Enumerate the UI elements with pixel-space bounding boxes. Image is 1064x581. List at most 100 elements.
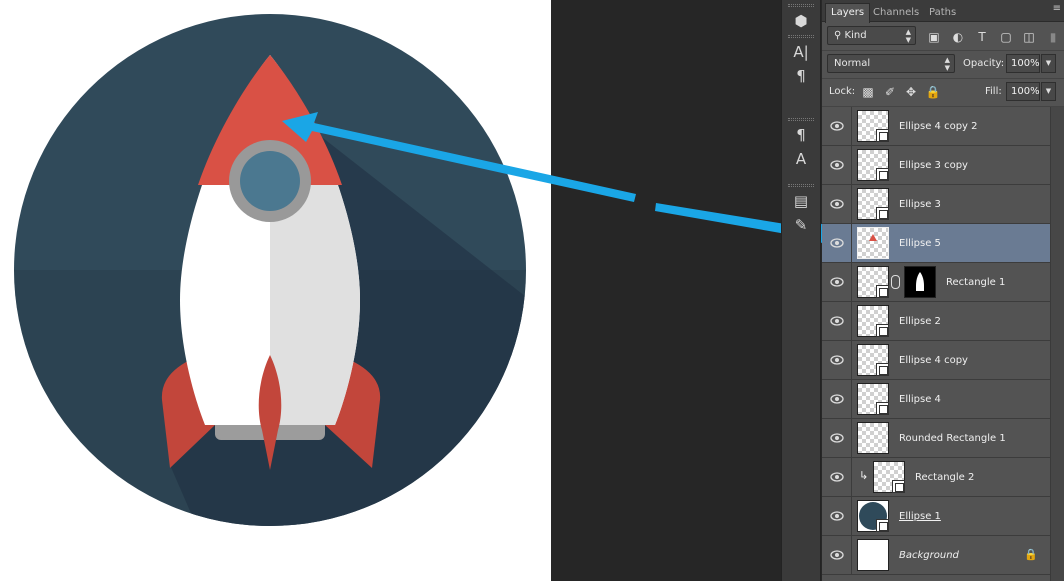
layer-row[interactable]: Ellipse 4 copy: [822, 341, 1050, 380]
adjustment-filter-icon[interactable]: ◐: [949, 28, 967, 46]
layer-thumbnail[interactable]: [857, 500, 889, 532]
layer-thumbnail[interactable]: [857, 305, 889, 337]
layers-scrollbar[interactable]: [1050, 107, 1064, 581]
visibility-eye-icon[interactable]: [829, 119, 845, 133]
layer-row[interactable]: Ellipse 3 copy: [822, 146, 1050, 185]
visibility-eye-icon[interactable]: [829, 236, 845, 250]
layer-row[interactable]: Rounded Rectangle 1: [822, 419, 1050, 458]
layer-name[interactable]: Rounded Rectangle 1: [899, 419, 1006, 458]
vector-mask-thumbnail[interactable]: [904, 266, 936, 298]
layer-row[interactable]: Ellipse 4 copy 2: [822, 107, 1050, 146]
layer-row[interactable]: Ellipse 1: [822, 497, 1050, 536]
vector-shape-icon: [876, 168, 889, 181]
layer-thumbnail[interactable]: [857, 188, 889, 220]
opacity-field[interactable]: 100%: [1006, 54, 1040, 73]
layer-name[interactable]: Ellipse 4 copy 2: [899, 107, 978, 146]
filter-toggle-icon[interactable]: ▮: [1044, 28, 1062, 46]
filter-kind-dropdown[interactable]: ⚲ Kind ▲ ▼: [827, 26, 916, 45]
visibility-eye-icon[interactable]: [829, 392, 845, 406]
character-styles-icon[interactable]: A: [786, 147, 816, 171]
layer-name[interactable]: Background: [899, 536, 959, 575]
layer-thumbnail[interactable]: [857, 344, 889, 376]
panel-menu-icon[interactable]: ≡: [1053, 3, 1061, 14]
paragraph-icon[interactable]: ¶: [786, 64, 816, 88]
layer-thumbnail[interactable]: [857, 149, 889, 181]
vector-shape-icon: [876, 519, 889, 532]
toolstrip-grip[interactable]: [788, 35, 814, 38]
chain-link-icon[interactable]: [891, 275, 900, 289]
dropdown-arrows-icon: ▲ ▼: [905, 28, 911, 44]
toolstrip-grip[interactable]: [788, 118, 814, 121]
3d-icon[interactable]: ⬢: [786, 9, 816, 33]
pasteboard: [551, 0, 781, 581]
red-triangle-icon: [869, 234, 877, 241]
layer-name[interactable]: Ellipse 4 copy: [899, 341, 968, 380]
panel-tab-bar: Layers Channels Paths ≡: [822, 0, 1064, 23]
layer-name[interactable]: Rectangle 1: [946, 263, 1005, 302]
layer-name[interactable]: Ellipse 3 copy: [899, 146, 968, 185]
layer-name[interactable]: Ellipse 5: [899, 224, 941, 263]
blend-mode-dropdown[interactable]: Normal ▲ ▼: [827, 54, 955, 73]
image-filter-icon[interactable]: ▣: [925, 28, 943, 46]
visibility-eye-icon[interactable]: [829, 548, 845, 562]
visibility-eye-icon[interactable]: [829, 275, 845, 289]
fill-field[interactable]: 100%: [1006, 82, 1040, 101]
visibility-eye-icon[interactable]: [829, 431, 845, 445]
toolstrip-grip[interactable]: [788, 4, 814, 7]
layer-row[interactable]: Ellipse 2: [822, 302, 1050, 341]
layer-thumbnail[interactable]: [873, 461, 905, 493]
fill-slider-toggle[interactable]: ▼: [1041, 82, 1056, 101]
layer-name[interactable]: Ellipse 4: [899, 380, 941, 419]
layer-name[interactable]: Rectangle 2: [915, 458, 974, 497]
layer-row[interactable]: Ellipse 4: [822, 380, 1050, 419]
layer-thumbnail[interactable]: [857, 110, 889, 142]
visibility-eye-icon[interactable]: [829, 470, 845, 484]
fill-label: Fill:: [985, 86, 1002, 97]
lock-all-icon[interactable]: 🔒: [924, 83, 942, 101]
tab-channels[interactable]: Channels: [868, 4, 924, 22]
visibility-eye-icon[interactable]: [829, 353, 845, 367]
vector-shape-icon: [876, 207, 889, 220]
type-filter-icon[interactable]: T: [973, 28, 991, 46]
tab-layers[interactable]: Layers: [825, 3, 871, 23]
paragraph-styles-icon[interactable]: ¶: [786, 123, 816, 147]
visibility-eye-icon[interactable]: [829, 314, 845, 328]
layer-thumbnail[interactable]: [857, 227, 889, 259]
tab-paths[interactable]: Paths: [924, 4, 961, 22]
layer-row[interactable]: Ellipse 3: [822, 185, 1050, 224]
lock-transparent-pixels-icon[interactable]: ▩: [859, 83, 877, 101]
filter-row: ⚲ Kind ▲ ▼ ▣ ◐ T ▢ ◫ ▮: [822, 23, 1064, 51]
smart-object-filter-icon[interactable]: ◫: [1020, 28, 1038, 46]
layer-name[interactable]: Ellipse 1: [899, 497, 941, 536]
visibility-eye-icon[interactable]: [829, 197, 845, 211]
visibility-eye-icon[interactable]: [829, 509, 845, 523]
layer-row[interactable]: ↳ Rectangle 2: [822, 458, 1050, 497]
blend-row: Normal ▲ ▼ Opacity: 100% ▼: [822, 51, 1064, 79]
vector-shape-icon: [876, 402, 889, 415]
lock-image-pixels-icon[interactable]: ✐: [881, 83, 899, 101]
clipping-mask-arrow-icon: ↳: [859, 469, 869, 482]
layer-row[interactable]: Rectangle 1: [822, 263, 1050, 302]
properties-icon[interactable]: ▤: [786, 189, 816, 213]
toolstrip-grip[interactable]: [788, 184, 814, 187]
layer-name[interactable]: Ellipse 2: [899, 302, 941, 341]
layer-thumbnail[interactable]: [857, 266, 889, 298]
layer-thumbnail[interactable]: [857, 383, 889, 415]
layer-thumbnail[interactable]: [857, 422, 889, 454]
opacity-slider-toggle[interactable]: ▼: [1041, 54, 1056, 73]
layer-name[interactable]: Ellipse 3: [899, 185, 941, 224]
layer-thumbnail[interactable]: [857, 539, 889, 571]
shape-filter-icon[interactable]: ▢: [997, 28, 1015, 46]
layer-row-selected[interactable]: Ellipse 5: [822, 224, 1050, 263]
lock-position-icon[interactable]: ✥: [902, 83, 920, 101]
visibility-eye-icon[interactable]: [829, 158, 845, 172]
padlock-icon: 🔒: [1024, 548, 1038, 561]
document-canvas[interactable]: [0, 0, 551, 581]
panel-toolstrip: ⬢ A| ¶ ¶ A ▤ ✎: [781, 0, 821, 581]
window-glass: [240, 151, 300, 211]
layers-panel: Layers Channels Paths ≡ ⚲ Kind ▲ ▼ ▣ ◐ T …: [822, 0, 1064, 581]
layer-row[interactable]: Background 🔒: [822, 536, 1050, 575]
character-icon[interactable]: A|: [786, 40, 816, 64]
vector-shape-icon: [876, 129, 889, 142]
notes-icon[interactable]: ✎: [786, 213, 816, 237]
